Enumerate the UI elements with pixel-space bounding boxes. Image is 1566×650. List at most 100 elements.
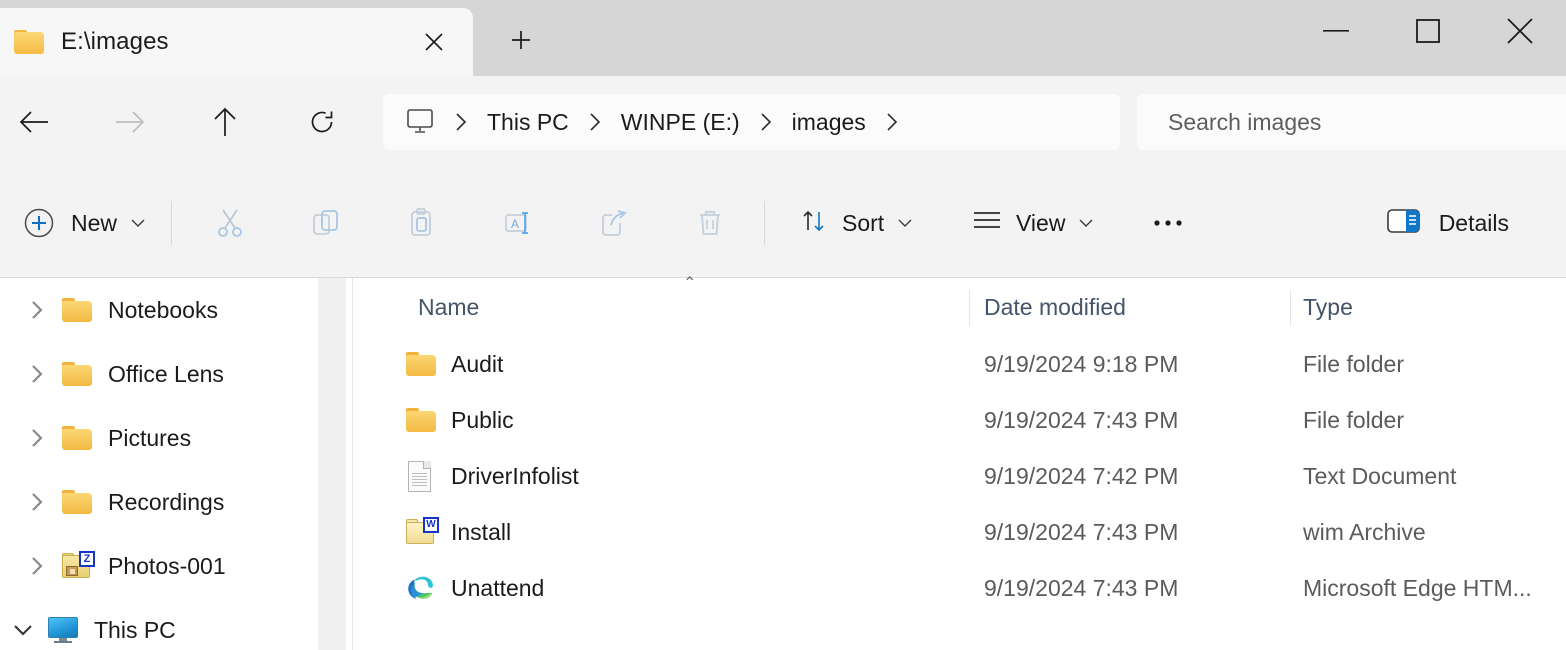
see-more-button[interactable] (1140, 197, 1196, 249)
file-name: DriverInfolist (451, 462, 579, 489)
new-button-label: New (71, 209, 118, 236)
sidebar-item-label: This PC (94, 616, 176, 643)
sidebar-item-recordings[interactable]: Recordings (0, 470, 318, 534)
sidebar-item-label: Photos-001 (108, 552, 226, 579)
minimize-button[interactable] (1290, 0, 1382, 62)
sidebar-item-notebooks[interactable]: Notebooks (0, 278, 318, 342)
sidebar-item-office-lens[interactable]: Office Lens (0, 342, 318, 406)
rename-button[interactable]: A (489, 197, 545, 249)
sidebar-item-label: Notebooks (108, 296, 218, 323)
chevron-down-icon (130, 217, 146, 229)
search-input[interactable]: Search images (1137, 94, 1566, 150)
view-button-label: View (1016, 209, 1066, 236)
column-header-type[interactable]: Type (1303, 294, 1353, 321)
folder-icon (60, 362, 94, 386)
file-type: Text Document (1303, 462, 1457, 489)
toolbar-separator (171, 201, 172, 245)
arrow-left-icon (19, 111, 48, 133)
chevron-right-icon[interactable] (14, 299, 60, 321)
new-tab-button[interactable] (495, 14, 547, 66)
svg-text:A: A (511, 217, 519, 231)
sort-arrows-icon (800, 207, 828, 240)
ellipsis-icon (1154, 220, 1182, 226)
table-row[interactable]: Public 9/19/2024 7:43 PM File folder (353, 392, 1566, 448)
this-pc-monitor-icon (46, 617, 80, 643)
maximize-button[interactable] (1382, 0, 1474, 62)
column-divider[interactable] (1290, 290, 1291, 326)
delete-button[interactable] (682, 197, 738, 249)
navigation-pane[interactable]: Notebooks Office Lens Pictures Recording… (0, 278, 318, 650)
file-type: wim Archive (1303, 518, 1426, 545)
chevron-down-icon[interactable] (0, 623, 46, 637)
chevron-right-icon (573, 111, 617, 133)
details-pane-button[interactable]: Details (1375, 197, 1521, 249)
file-name: Install (451, 518, 512, 545)
maximize-icon (1416, 19, 1440, 43)
chevron-down-icon (1078, 217, 1094, 229)
tab-e-images[interactable]: E:\images (0, 8, 473, 76)
arrow-right-icon (116, 111, 145, 133)
sidebar-item-pictures[interactable]: Pictures (0, 406, 318, 470)
copy-button[interactable] (298, 197, 354, 249)
share-icon (602, 210, 627, 236)
file-type: File folder (1303, 406, 1404, 433)
chevron-right-icon[interactable] (14, 363, 60, 385)
chevron-right-icon[interactable] (870, 111, 914, 133)
chevron-right-icon[interactable] (14, 427, 60, 449)
breadcrumb-images[interactable]: images (788, 109, 870, 136)
sidebar-item-label: Recordings (108, 488, 225, 515)
sidebar-item-this-pc[interactable]: This PC (0, 598, 318, 650)
rename-icon: A (505, 212, 528, 234)
folder-icon (60, 426, 94, 450)
folder-icon (405, 405, 437, 435)
new-button[interactable]: New (14, 197, 160, 249)
address-bar-row: This PC WINPE (E:) images Search images (0, 76, 1566, 168)
file-date-modified: 9/19/2024 7:42 PM (984, 462, 1179, 489)
column-header-date-modified[interactable]: Date modified (984, 294, 1126, 321)
paste-button[interactable] (393, 197, 449, 249)
navigation-pane-scrollbar[interactable] (318, 278, 346, 650)
details-button-label: Details (1438, 209, 1509, 236)
table-row[interactable]: Audit 9/19/2024 9:18 PM File folder (353, 336, 1566, 392)
chevron-down-icon (897, 217, 913, 229)
share-button[interactable] (585, 197, 641, 249)
sort-button-label: Sort (842, 209, 885, 236)
back-button[interactable] (10, 98, 58, 146)
sidebar-item-label: Office Lens (108, 360, 224, 387)
table-row[interactable]: Unattend 9/19/2024 7:43 PM Microsoft Edg… (353, 560, 1566, 616)
this-pc-monitor-icon[interactable] (405, 108, 435, 136)
chevron-right-icon[interactable] (14, 555, 60, 577)
column-header-name[interactable]: Name (418, 294, 479, 321)
breadcrumb-winpe-e[interactable]: WINPE (E:) (617, 109, 744, 136)
close-button[interactable] (1474, 0, 1566, 62)
up-button[interactable] (201, 98, 249, 146)
cut-button[interactable] (202, 197, 258, 249)
folder-icon (405, 349, 437, 379)
view-button[interactable]: View (960, 197, 1106, 249)
wim-archive-icon: W (405, 517, 439, 547)
hamburger-icon (972, 209, 1002, 238)
column-header-row: ⌃ Name Date modified Type (353, 276, 1566, 336)
chevron-right-icon[interactable] (14, 491, 60, 513)
paste-icon (411, 208, 431, 236)
table-row[interactable]: W Install 9/19/2024 7:43 PM wim Archive (353, 504, 1566, 560)
tab-title: E:\images (61, 28, 169, 55)
file-type: Microsoft Edge HTM... (1303, 574, 1532, 601)
forward-button[interactable] (106, 98, 154, 146)
refresh-button[interactable] (298, 98, 346, 146)
close-icon[interactable] (417, 25, 451, 59)
content-area: Notebooks Office Lens Pictures Recording… (0, 276, 1566, 650)
sort-button[interactable]: Sort (788, 197, 925, 249)
file-date-modified: 9/19/2024 9:18 PM (984, 350, 1179, 377)
title-bar: E:\images (0, 0, 1566, 76)
breadcrumb[interactable]: This PC WINPE (E:) images (383, 94, 1120, 150)
breadcrumb-this-pc[interactable]: This PC (483, 109, 573, 136)
copy-icon (313, 210, 338, 235)
toolbar-separator (764, 201, 765, 245)
table-row[interactable]: DriverInfolist 9/19/2024 7:42 PM Text Do… (353, 448, 1566, 504)
trash-icon (700, 211, 720, 235)
column-divider[interactable] (969, 290, 970, 326)
sidebar-item-photos-001[interactable]: Z Photos-001 (0, 534, 318, 598)
arrow-up-icon (214, 107, 236, 136)
scissors-icon (218, 209, 242, 237)
